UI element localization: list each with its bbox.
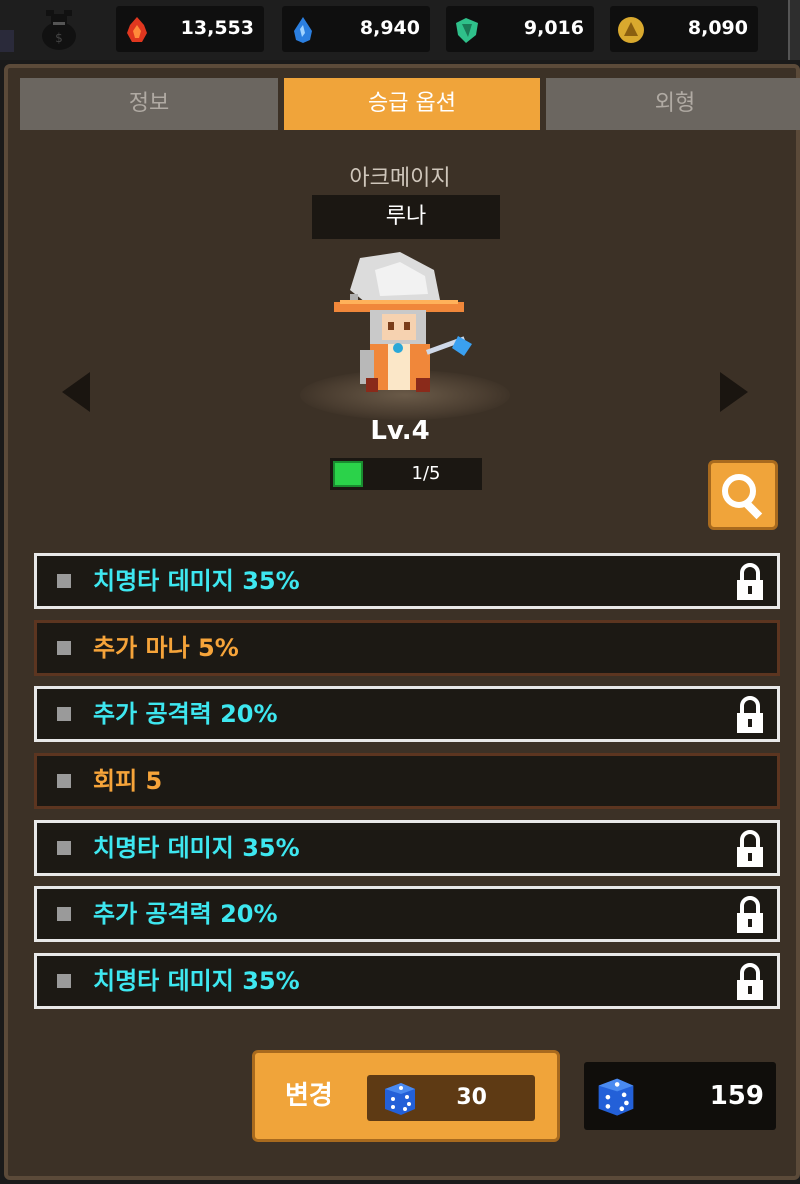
bullet-icon	[57, 774, 71, 788]
option-row[interactable]: 치명타 데미지 35%	[34, 820, 780, 876]
green-crystal-icon	[456, 18, 478, 43]
character-level: Lv.4	[370, 416, 430, 446]
lock-icon[interactable]	[735, 695, 765, 735]
character-class: 아크메이지	[349, 166, 451, 191]
currency-gold: 8,090	[610, 6, 758, 52]
promotion-progress-bar: 1/5	[330, 458, 482, 490]
option-label: 추가 공격력 20%	[93, 700, 278, 728]
bullet-icon	[57, 641, 71, 655]
inspect-button[interactable]	[708, 460, 778, 530]
bullet-icon	[57, 907, 71, 921]
lock-icon[interactable]	[735, 962, 765, 1002]
change-cost-value: 30	[456, 1085, 487, 1110]
character-name: 루나	[385, 204, 427, 229]
option-label: 추가 마나 5%	[93, 634, 239, 662]
currency-value: 8,940	[359, 17, 420, 39]
progress-fill	[333, 461, 363, 487]
magnifier-icon	[722, 474, 763, 520]
option-row[interactable]: 치명타 데미지 35%	[34, 553, 780, 609]
lock-icon[interactable]	[735, 562, 765, 602]
bullet-icon	[57, 974, 71, 988]
option-label: 추가 공격력 20%	[93, 900, 278, 928]
character-sprite	[334, 252, 472, 392]
change-options-button[interactable]: 변경 30	[252, 1050, 560, 1142]
next-character-arrow[interactable]	[720, 372, 748, 412]
currency-bar: $ 13,553 8,940 9,016 8,090	[0, 0, 800, 60]
option-row[interactable]: 치명타 데미지 35%	[34, 953, 780, 1009]
dice-inventory: 159	[584, 1062, 776, 1130]
tab-bar: 정보 승급 옵션 외형	[20, 78, 800, 130]
option-row[interactable]: 추가 마나 5%	[34, 620, 780, 676]
option-label: 치명타 데미지 35%	[93, 567, 300, 595]
option-row[interactable]: 회피 5	[34, 753, 780, 809]
bullet-icon	[57, 841, 71, 855]
tab-promotion-options[interactable]: 승급 옵션	[284, 78, 540, 130]
dice-count: 159	[709, 1081, 764, 1111]
currency-water: 8,940	[282, 6, 430, 52]
lock-icon[interactable]	[735, 895, 765, 935]
character-name-box: 루나	[312, 195, 500, 239]
progress-text: 1/5	[411, 463, 441, 484]
option-label: 회피 5	[93, 767, 163, 795]
svg-text:$: $	[55, 31, 63, 45]
option-label: 치명타 데미지 35%	[93, 834, 300, 862]
left-edge-ui	[0, 30, 14, 52]
option-row[interactable]: 추가 공격력 20%	[34, 886, 780, 942]
inventory-bag-icon[interactable]: $	[36, 8, 82, 52]
currency-value: 13,553	[180, 17, 254, 39]
tab-info[interactable]: 정보	[20, 78, 278, 130]
currency-value: 9,016	[523, 17, 584, 39]
currency-crystal: 9,016	[446, 6, 594, 52]
previous-character-arrow[interactable]	[62, 372, 90, 412]
fire-gem-icon	[127, 17, 147, 42]
dice-icon	[598, 1078, 634, 1116]
currency-fire: 13,553	[116, 6, 264, 52]
option-row[interactable]: 추가 공격력 20%	[34, 686, 780, 742]
option-label: 치명타 데미지 35%	[93, 967, 300, 995]
bullet-icon	[57, 574, 71, 588]
change-button-label: 변경	[285, 1081, 333, 1111]
right-edge-ui	[788, 0, 800, 60]
bullet-icon	[57, 707, 71, 721]
currency-value: 8,090	[687, 17, 748, 39]
change-cost: 30	[367, 1075, 535, 1121]
dice-icon	[385, 1083, 415, 1115]
tab-appearance[interactable]: 외형	[546, 78, 800, 130]
lock-icon[interactable]	[735, 829, 765, 869]
gold-coin-icon	[618, 17, 644, 43]
water-drop-icon	[294, 17, 312, 43]
